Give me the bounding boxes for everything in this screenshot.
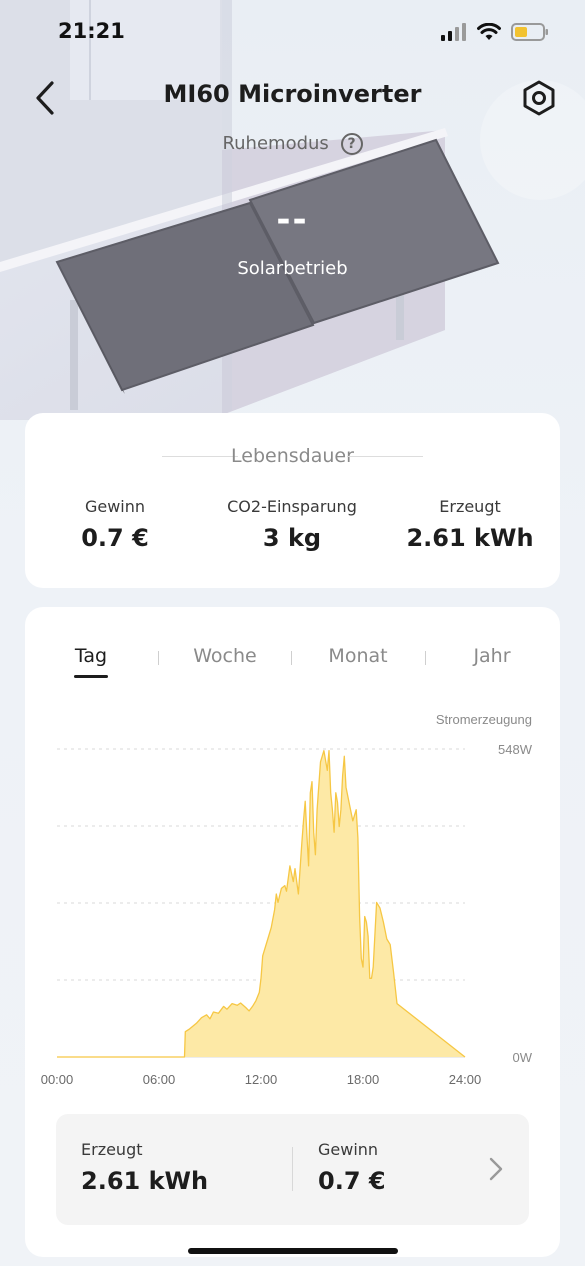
summary-value: 2.61 kWh	[81, 1167, 209, 1195]
active-tab-indicator	[74, 675, 108, 678]
wifi-icon	[477, 23, 501, 40]
tab-week[interactable]: Woche	[185, 645, 265, 667]
tab-label: Tag	[74, 645, 108, 667]
chevron-right-icon[interactable]	[487, 1156, 505, 1182]
mode-label: Ruhemodus	[222, 133, 329, 154]
lifetime-stat-profit: Gewinn 0.7 €	[55, 497, 175, 552]
summary-profit: Gewinn 0.7 €	[318, 1140, 386, 1195]
stat-value: 2.61 kWh	[406, 524, 534, 552]
stat-label: Gewinn	[84, 497, 146, 516]
power-production-chart: Stromerzeugung 548W 0W 00:00 06:00 12:00 18:00…	[41, 712, 533, 1087]
stat-value: 3 kg	[262, 524, 322, 552]
tab-month[interactable]: Monat	[318, 645, 398, 667]
stat-label: CO2-Einsparung	[227, 497, 357, 516]
y-tick-label: 548W	[498, 742, 533, 757]
stat-label: Erzeugt	[439, 497, 501, 516]
tab-label: Woche	[193, 645, 257, 667]
summary-value: 0.7 €	[318, 1167, 386, 1195]
y-axis-title: Stromerzeugung	[436, 712, 532, 727]
production-card: Tag Woche Monat Jahr Stromerzeugung 548W 0…	[25, 607, 560, 1257]
summary-label: Erzeugt	[81, 1140, 143, 1159]
summary-label: Gewinn	[318, 1140, 379, 1159]
power-mode-label: Solarbetrieb	[237, 258, 348, 279]
series-area-fill	[57, 750, 465, 1057]
help-icon[interactable]: ?	[340, 133, 363, 155]
lifetime-stat-produced: Erzeugt 2.61 kWh	[400, 497, 540, 552]
tab-label: Jahr	[473, 645, 511, 667]
stat-value: 0.7 €	[81, 524, 149, 552]
summary-divider	[292, 1147, 293, 1191]
cellular-signal-icon	[441, 23, 466, 41]
settings-hexagon-icon[interactable]	[521, 80, 557, 116]
x-tick-label: 12:00	[245, 1072, 278, 1087]
tab-separator	[291, 651, 292, 665]
tab-year[interactable]: Jahr	[457, 645, 527, 667]
tab-day[interactable]: Tag	[61, 645, 121, 678]
lifetime-stat-co2: CO2-Einsparung 3 kg	[212, 497, 372, 552]
lifetime-card: Lebensdauer Gewinn 0.7 € CO2-Einsparung …	[25, 413, 560, 588]
daily-summary[interactable]: Erzeugt 2.61 kWh Gewinn 0.7 €	[56, 1114, 529, 1225]
page-title: MI60 Microinverter	[163, 80, 422, 108]
status-icons	[441, 22, 549, 42]
tab-label: Monat	[328, 645, 388, 667]
x-tick-label: 18:00	[347, 1072, 380, 1087]
period-tabs: Tag Woche Monat Jahr	[25, 645, 560, 685]
current-power-value: --	[276, 200, 309, 240]
x-tick-label: 06:00	[143, 1072, 176, 1087]
summary-produced: Erzeugt 2.61 kWh	[81, 1140, 208, 1195]
tab-separator	[158, 651, 159, 665]
title-divider-right	[347, 456, 423, 457]
device-mode: Ruhemodus ?	[0, 133, 585, 155]
tab-separator	[425, 651, 426, 665]
x-tick-label: 24:00	[449, 1072, 482, 1087]
x-tick-label: 00:00	[41, 1072, 74, 1087]
home-indicator	[188, 1248, 398, 1254]
lifetime-title: Lebensdauer	[231, 445, 354, 467]
battery-icon	[511, 23, 548, 41]
status-time: 21:21	[58, 19, 125, 43]
y-tick-label: 0W	[513, 1050, 533, 1065]
status-bar: 21:21	[0, 0, 585, 62]
